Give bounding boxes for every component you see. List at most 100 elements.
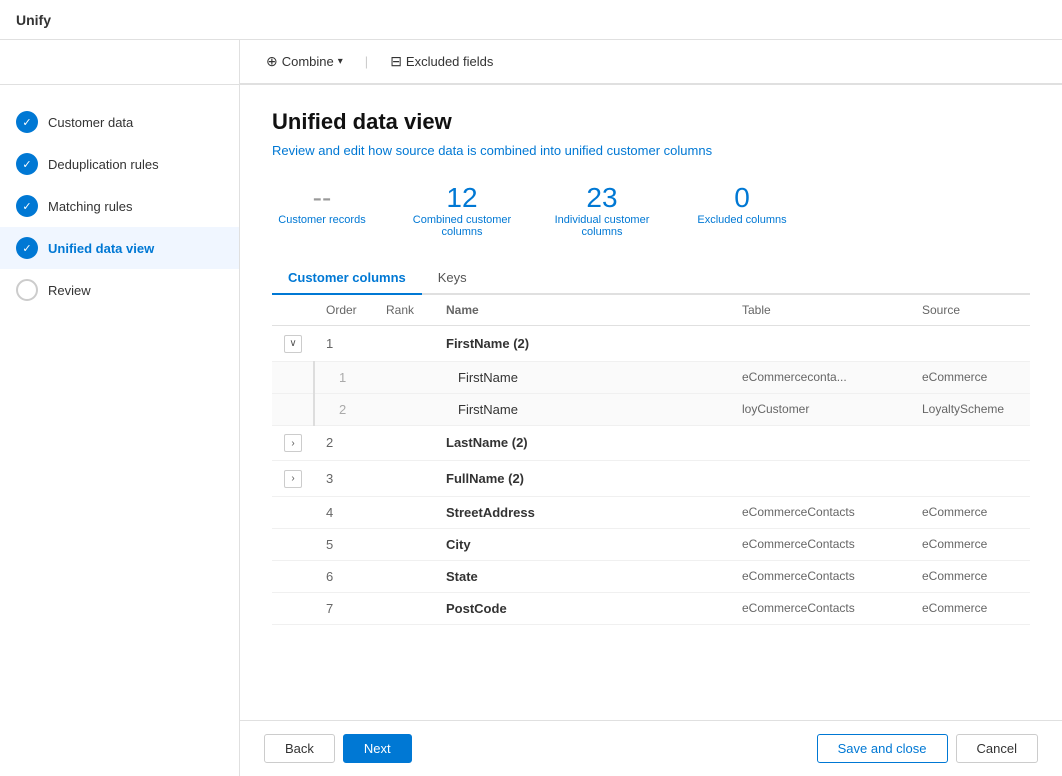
footer-right: Save and close Cancel xyxy=(817,734,1038,763)
table-row[interactable]: 4 StreetAddress eCommerceContacts eComme… xyxy=(272,496,1030,528)
cell-rank-firstname-1: 1 xyxy=(339,370,346,385)
cell-order-streetaddress: 4 xyxy=(314,496,374,528)
sidebar-item-review[interactable]: Review xyxy=(0,269,239,311)
th-order: Order xyxy=(314,295,374,326)
cell-rank-firstname xyxy=(374,326,434,362)
stat-combined-columns: 12 Combined customer columns xyxy=(412,182,512,238)
table-row[interactable]: ∨ 1 FirstName (2) xyxy=(272,326,1030,362)
cell-order-state: 6 xyxy=(314,560,374,592)
stat-label-combined: Combined customer columns xyxy=(412,214,512,238)
th-source: Source xyxy=(910,295,1030,326)
table-row[interactable]: › 3 FullName (2) xyxy=(272,461,1030,497)
stat-individual-columns: 23 Individual customer columns xyxy=(552,182,652,238)
table-header-row: Order Rank Name Table Source xyxy=(272,295,1030,326)
columns-table: Order Rank Name Table Source ∨ 1 xyxy=(272,295,1030,625)
stat-label-customer-records: Customer records xyxy=(278,214,365,226)
sidebar-status-dedup: ✓ xyxy=(16,153,38,175)
stat-customer-records: -- Customer records xyxy=(272,182,372,238)
th-rank: Rank xyxy=(374,295,434,326)
stat-value-excluded: 0 xyxy=(734,182,750,214)
tabs: Customer columns Keys xyxy=(272,262,1030,295)
excluded-fields-button[interactable]: ⊟ Excluded fields xyxy=(380,47,503,76)
table-container: Order Rank Name Table Source ∨ 1 xyxy=(272,295,1030,625)
cell-table-firstname-1: eCommerceconta... xyxy=(730,361,910,393)
stat-value-combined: 12 xyxy=(446,182,477,214)
save-close-button[interactable]: Save and close xyxy=(817,734,948,763)
stat-label-excluded: Excluded columns xyxy=(697,214,786,226)
cell-source-firstname-2: LoyaltyScheme xyxy=(910,393,1030,425)
sidebar-label-unified: Unified data view xyxy=(48,241,154,256)
sidebar-label-matching: Matching rules xyxy=(48,199,133,214)
expand-button-lastname[interactable]: › xyxy=(284,434,302,452)
stat-excluded-columns: 0 Excluded columns xyxy=(692,182,792,238)
th-name: Name xyxy=(434,295,730,326)
cell-source-state: eCommerce xyxy=(910,560,1030,592)
cell-source-firstname-1: eCommerce xyxy=(910,361,1030,393)
cell-order-city: 5 xyxy=(314,528,374,560)
cell-table-state: eCommerceContacts xyxy=(730,560,910,592)
next-button[interactable]: Next xyxy=(343,734,412,763)
sidebar-status-review xyxy=(16,279,38,301)
table-row[interactable]: 7 PostCode eCommerceContacts eCommerce xyxy=(272,592,1030,624)
cell-rank-firstname-2: 2 xyxy=(339,402,346,417)
cell-order-lastname: 2 xyxy=(314,425,374,461)
sidebar-item-deduplication-rules[interactable]: ✓ Deduplication rules xyxy=(0,143,239,185)
cell-name-firstname: FirstName (2) xyxy=(434,326,730,362)
table-row[interactable]: 6 State eCommerceContacts eCommerce xyxy=(272,560,1030,592)
cell-order-postcode: 7 xyxy=(314,592,374,624)
cell-source-streetaddress: eCommerce xyxy=(910,496,1030,528)
stat-label-individual: Individual customer columns xyxy=(552,214,652,238)
cell-table-streetaddress: eCommerceContacts xyxy=(730,496,910,528)
combine-button[interactable]: ⊕ Combine ▾ xyxy=(256,47,353,76)
sidebar-status-customer-data: ✓ xyxy=(16,111,38,133)
sidebar-label-customer-data: Customer data xyxy=(48,115,133,130)
sidebar-status-unified: ✓ xyxy=(16,237,38,259)
cell-source-postcode: eCommerce xyxy=(910,592,1030,624)
page-title: Unified data view xyxy=(272,109,1030,135)
sidebar-label-review: Review xyxy=(48,283,91,298)
sidebar: ✓ Customer data ✓ Deduplication rules ✓ … xyxy=(0,85,240,776)
excluded-fields-icon: ⊟ xyxy=(390,53,402,70)
cell-source-firstname xyxy=(910,326,1030,362)
cell-name-firstname-1: FirstName xyxy=(434,361,730,393)
stat-value-customer-records: -- xyxy=(313,182,332,214)
app-title: Unify xyxy=(16,12,51,28)
divider: | xyxy=(365,54,368,69)
table-row[interactable]: › 2 LastName (2) xyxy=(272,425,1030,461)
cell-table-postcode: eCommerceContacts xyxy=(730,592,910,624)
table-row[interactable]: 2 FirstName loyCustomer LoyaltyScheme xyxy=(272,393,1030,425)
cell-table-firstname-2: loyCustomer xyxy=(730,393,910,425)
cell-name-state: State xyxy=(434,560,730,592)
sidebar-item-unified-data-view[interactable]: ✓ Unified data view xyxy=(0,227,239,269)
combine-icon: ⊕ xyxy=(266,53,278,70)
cell-name-fullname: FullName (2) xyxy=(434,461,730,497)
th-expand xyxy=(272,295,314,326)
cell-order-firstname: 1 xyxy=(314,326,374,362)
cell-name-streetaddress: StreetAddress xyxy=(434,496,730,528)
sidebar-item-matching-rules[interactable]: ✓ Matching rules xyxy=(0,185,239,227)
tab-customer-columns[interactable]: Customer columns xyxy=(272,262,422,295)
cell-name-firstname-2: FirstName xyxy=(434,393,730,425)
top-bar: Unify xyxy=(0,0,1062,40)
expand-button-fullname[interactable]: › xyxy=(284,470,302,488)
cancel-button[interactable]: Cancel xyxy=(956,734,1038,763)
table-row[interactable]: 1 FirstName eCommerceconta... eCommerce xyxy=(272,361,1030,393)
page-subtitle: Review and edit how source data is combi… xyxy=(272,143,1030,158)
footer: Back Next Save and close Cancel xyxy=(240,720,1062,776)
cell-order-fullname: 3 xyxy=(314,461,374,497)
cell-table-firstname xyxy=(730,326,910,362)
main-content: Unified data view Review and edit how so… xyxy=(240,85,1062,720)
stat-value-individual: 23 xyxy=(586,182,617,214)
sidebar-status-matching: ✓ xyxy=(16,195,38,217)
sidebar-item-customer-data[interactable]: ✓ Customer data xyxy=(0,101,239,143)
cell-table-city: eCommerceContacts xyxy=(730,528,910,560)
back-button[interactable]: Back xyxy=(264,734,335,763)
cell-name-postcode: PostCode xyxy=(434,592,730,624)
stats-row: -- Customer records 12 Combined customer… xyxy=(272,182,1030,238)
table-row[interactable]: 5 City eCommerceContacts eCommerce xyxy=(272,528,1030,560)
collapse-button-firstname[interactable]: ∨ xyxy=(284,335,302,353)
chevron-down-icon: ▾ xyxy=(338,56,343,67)
th-table: Table xyxy=(730,295,910,326)
tab-keys[interactable]: Keys xyxy=(422,262,483,295)
cell-name-city: City xyxy=(434,528,730,560)
